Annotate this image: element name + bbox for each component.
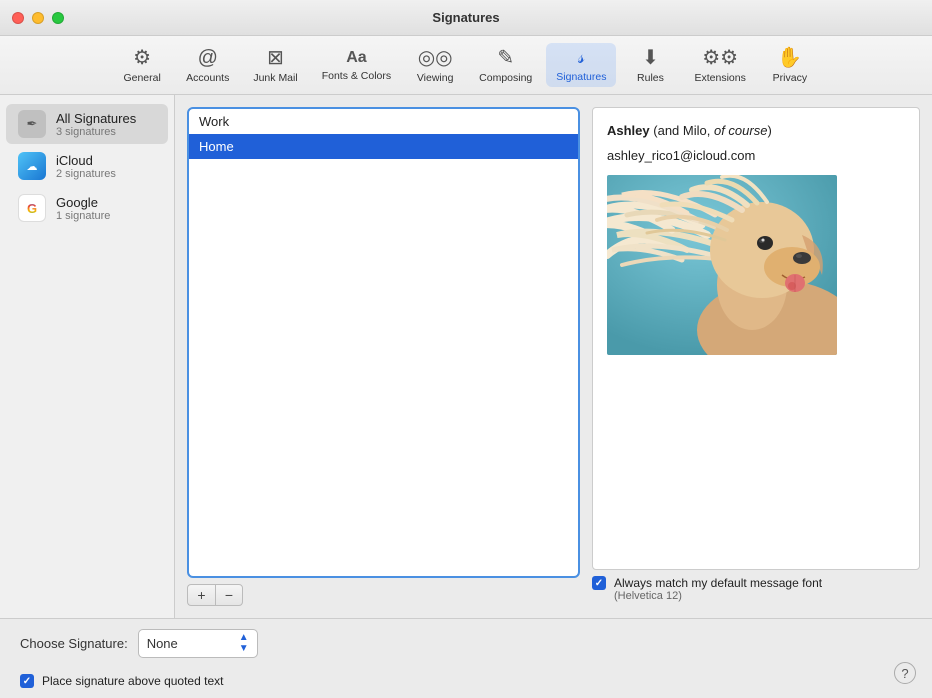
signature-name-rest: (and Milo, of course) [653, 123, 772, 138]
center-panel: Work Home + − [175, 95, 592, 618]
signature-preview: Ashley (and Milo, of course) ashley_rico… [592, 107, 920, 570]
signature-item-work[interactable]: Work [189, 109, 578, 134]
window-title: Signatures [432, 10, 499, 25]
minimize-button[interactable] [32, 12, 44, 24]
sidebar-google-text: Google 1 signature [56, 195, 110, 222]
toolbar-label-viewing: Viewing [417, 72, 454, 84]
toolbar-item-extensions[interactable]: ⚙⚙ Extensions [684, 42, 755, 88]
sidebar-icloud-text: iCloud 2 signatures [56, 153, 116, 180]
maximize-button[interactable] [52, 12, 64, 24]
toolbar-item-junk-mail[interactable]: ⊠ Junk Mail [243, 42, 307, 88]
close-button[interactable] [12, 12, 24, 24]
junk-mail-icon: ⊠ [267, 46, 284, 70]
choose-signature-select[interactable]: None ▲ ▼ [138, 629, 258, 658]
help-button[interactable]: ? [894, 662, 916, 684]
privacy-icon: ✋ [777, 46, 802, 70]
fonts-icon: Aa [346, 48, 366, 67]
google-icon: G [18, 194, 46, 222]
toolbar-item-general[interactable]: ⚙ General [112, 42, 172, 88]
stepper-icon: ▲ ▼ [239, 633, 249, 654]
font-match-checkbox[interactable] [592, 576, 606, 590]
signature-email: ashley_rico1@icloud.com [607, 148, 905, 163]
choose-signature-value: None [147, 636, 178, 651]
toolbar-label-general: General [123, 72, 160, 84]
google-count: 1 signature [56, 210, 110, 222]
add-signature-button[interactable]: + [187, 584, 215, 606]
toolbar-label-composing: Composing [479, 72, 532, 84]
toolbar-item-rules[interactable]: ⬇ Rules [620, 42, 680, 88]
sidebar-item-google[interactable]: G Google 1 signature [6, 188, 168, 228]
toolbar-label-accounts: Accounts [186, 72, 229, 84]
rules-icon: ⬇ [642, 46, 659, 70]
toolbar-label-fonts: Fonts & Colors [322, 70, 391, 82]
toolbar: ⚙ General @ Accounts ⊠ Junk Mail Aa Font… [0, 36, 932, 95]
toolbar-item-signatures[interactable]: 𝓈 Signatures [546, 43, 616, 87]
place-above-label: Place signature above quoted text [42, 674, 223, 688]
toolbar-item-composing[interactable]: ✎ Composing [469, 42, 542, 88]
all-signatures-count: 3 signatures [56, 126, 136, 138]
main-area: ✒ All Signatures 3 signatures ☁ iCloud 2… [0, 95, 932, 618]
toolbar-item-viewing[interactable]: ◎◎ Viewing [405, 42, 465, 88]
sidebar-item-icloud[interactable]: ☁ iCloud 2 signatures [6, 146, 168, 186]
all-signatures-icon: ✒ [18, 110, 46, 138]
choose-signature-label: Choose Signature: [20, 636, 128, 651]
font-match-label: Always match my default message font [614, 576, 822, 590]
signature-bold-name: Ashley [607, 123, 650, 138]
dog-svg [607, 175, 837, 355]
remove-signature-button[interactable]: − [215, 584, 243, 606]
gear-icon: ⚙ [133, 46, 151, 70]
extensions-icon: ⚙⚙ [702, 46, 738, 70]
signature-image [607, 175, 837, 355]
signatures-icon: 𝓈 [578, 47, 585, 69]
place-above-checkbox[interactable] [20, 674, 34, 688]
place-signature-row: Place signature above quoted text [20, 674, 912, 688]
right-panel: Ashley (and Milo, of course) ashley_rico… [592, 95, 932, 618]
viewing-icon: ◎◎ [418, 46, 453, 70]
signatures-list: Work Home [187, 107, 580, 578]
signature-item-home[interactable]: Home [189, 134, 578, 159]
toolbar-label-rules: Rules [637, 72, 664, 84]
sidebar: ✒ All Signatures 3 signatures ☁ iCloud 2… [0, 95, 175, 618]
toolbar-label-signatures: Signatures [556, 71, 606, 83]
icloud-name: iCloud [56, 153, 116, 168]
sidebar-item-all-signatures[interactable]: ✒ All Signatures 3 signatures [6, 104, 168, 144]
sidebar-all-signatures-text: All Signatures 3 signatures [56, 111, 136, 138]
signature-name-line: Ashley (and Milo, of course) [607, 122, 905, 140]
toolbar-label-privacy: Privacy [773, 72, 807, 84]
traffic-lights [12, 12, 64, 24]
font-match-row: Always match my default message font [592, 576, 920, 590]
toolbar-label-junk-mail: Junk Mail [253, 72, 297, 84]
toolbar-item-privacy[interactable]: ✋ Privacy [760, 42, 820, 88]
all-signatures-name: All Signatures [56, 111, 136, 126]
icloud-count: 2 signatures [56, 168, 116, 180]
list-controls: + − [187, 584, 580, 606]
font-match-area: Always match my default message font (He… [592, 570, 920, 606]
toolbar-label-extensions: Extensions [694, 72, 745, 84]
accounts-icon: @ [198, 46, 218, 70]
icloud-icon: ☁ [18, 152, 46, 180]
google-name: Google [56, 195, 110, 210]
toolbar-item-accounts[interactable]: @ Accounts [176, 42, 239, 88]
composing-icon: ✎ [497, 46, 514, 70]
toolbar-item-fonts-colors[interactable]: Aa Fonts & Colors [312, 44, 401, 85]
font-match-sub: (Helvetica 12) [614, 590, 920, 602]
bottom-bar: Choose Signature: None ▲ ▼ Place signatu… [0, 618, 932, 698]
titlebar: Signatures [0, 0, 932, 36]
